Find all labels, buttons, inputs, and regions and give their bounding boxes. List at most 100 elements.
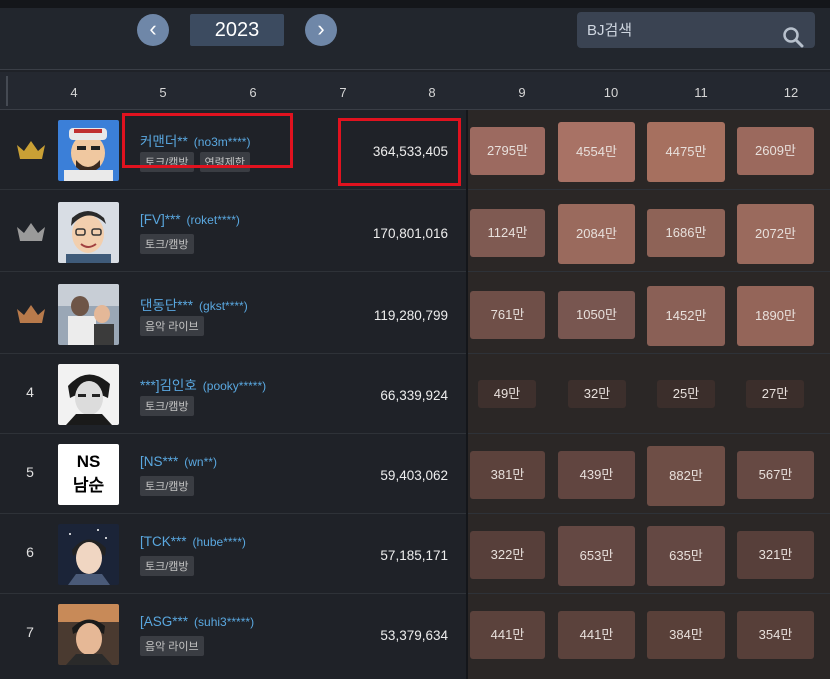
month-value: 49만 (478, 380, 536, 408)
total-value: 59,403,062 (380, 468, 448, 483)
avatar[interactable] (58, 284, 119, 345)
month-value: 354만 (737, 611, 814, 659)
month-value: 1050만 (558, 291, 635, 339)
bj-name[interactable]: [NS*** (wn**) (140, 454, 217, 469)
col-header[interactable]: 8 (417, 85, 447, 100)
nickname[interactable]: ***]김인호 (140, 378, 197, 393)
bronze-crown-icon (17, 305, 45, 323)
tags: 토크/캠방 (140, 476, 200, 496)
table-row[interactable]: 7 [ASG*** (suhi3*****) 음악 라이브 53,379,634 … (0, 594, 830, 674)
total-value: 170,801,016 (372, 226, 448, 241)
month-value: 27만 (746, 380, 804, 408)
month-value: 1890만 (737, 286, 814, 346)
avatar[interactable] (58, 524, 119, 585)
user-id: (hube****) (192, 535, 246, 549)
bj-name[interactable]: [TCK*** (hube****) (140, 534, 246, 549)
month-value: 2609만 (737, 127, 814, 175)
month-value: 4475만 (647, 122, 725, 182)
bj-name[interactable]: [FV]*** (roket****) (140, 212, 240, 227)
month-value: 25만 (657, 380, 715, 408)
month-value: 2072만 (737, 204, 814, 264)
month-value: 653만 (558, 526, 635, 586)
category-tag: 토크/캠방 (140, 476, 194, 496)
total-value: 66,339,924 (380, 388, 448, 403)
col-header[interactable]: 12 (776, 85, 806, 100)
rank-number: 4 (26, 384, 34, 400)
category-tag: 음악 라이브 (140, 316, 204, 336)
month-value: 381만 (470, 451, 545, 499)
month-value: 1124만 (470, 209, 545, 257)
bj-name[interactable]: ***]김인호 (pooky*****) (140, 374, 266, 394)
avatar[interactable] (58, 604, 119, 665)
bj-name[interactable]: [ASG*** (suhi3*****) (140, 614, 254, 629)
col-header[interactable]: 9 (507, 85, 537, 100)
month-value: 2084만 (558, 204, 635, 264)
silver-crown-icon (17, 223, 45, 241)
table-row[interactable]: [FV]*** (roket****) 토크/캠방 170,801,016 112… (0, 192, 830, 272)
highlight-box-total (338, 118, 461, 186)
month-value: 1686만 (647, 209, 725, 257)
month-value: 761만 (470, 291, 545, 339)
month-value: 882만 (647, 446, 725, 506)
user-id: (roket****) (186, 213, 240, 227)
table-row[interactable]: 댄동단*** (gkst****) 음악 라이브 119,280,799 761만… (0, 274, 830, 354)
avatar[interactable] (58, 364, 119, 425)
table-row[interactable]: 5 NS 남순 [NS*** (wn**) 토크/캠방 59,403,062 38… (0, 434, 830, 514)
total-value: 53,379,634 (380, 628, 448, 643)
tags: 토크/캠방 (140, 234, 200, 254)
avatar-text: NS (76, 452, 101, 471)
nickname[interactable]: [FV]*** (140, 212, 181, 227)
tags: 음악 라이브 (140, 636, 210, 656)
year-display: 2023 (190, 14, 284, 46)
nickname[interactable]: [ASG*** (140, 614, 188, 629)
search-icon[interactable] (782, 26, 804, 48)
user-id: (wn**) (184, 455, 217, 469)
category-tag: 토크/캠방 (140, 556, 194, 576)
nickname[interactable]: 댄동단*** (140, 298, 193, 313)
column-divider (466, 110, 468, 679)
month-value: 4554만 (558, 122, 635, 182)
nickname[interactable]: [NS*** (140, 454, 178, 469)
month-value: 322만 (470, 531, 545, 579)
tags: 음악 라이브 (140, 316, 210, 336)
user-id: (suhi3*****) (194, 615, 255, 629)
col-header[interactable]: 5 (148, 85, 178, 100)
rank-number: 6 (26, 544, 34, 560)
month-value: 321만 (737, 531, 814, 579)
category-tag: 음악 라이브 (140, 636, 204, 656)
search-box (577, 12, 815, 48)
avatar[interactable] (58, 120, 119, 181)
col-header[interactable]: 11 (686, 85, 716, 100)
month-value: 439만 (558, 451, 635, 499)
bj-name[interactable]: 댄동단*** (gkst****) (140, 294, 248, 314)
category-tag: 토크/캠방 (140, 396, 194, 416)
search-input[interactable] (587, 18, 777, 42)
month-value: 441만 (470, 611, 545, 659)
col-header[interactable]: 6 (238, 85, 268, 100)
col-header[interactable]: 4 (59, 85, 89, 100)
table-row[interactable]: 4 ***]김인호 (pooky*****) 토크/캠방 66,339,924 4… (0, 354, 830, 434)
month-value: 567만 (737, 451, 814, 499)
gold-crown-icon (17, 141, 45, 159)
user-id: (gkst****) (199, 299, 248, 313)
avatar[interactable]: NS 남순 (58, 444, 119, 505)
col-header[interactable]: 10 (596, 85, 626, 100)
table-row[interactable]: 6 [TCK*** (hube****) 토크/캠방 57,185,171 322… (0, 514, 830, 594)
avatar-text: 남순 (72, 476, 105, 495)
nickname[interactable]: [TCK*** (140, 534, 187, 549)
month-value: 384만 (647, 611, 725, 659)
table-header: 4 5 6 7 8 9 10 11 12 (0, 72, 830, 110)
month-value: 441만 (558, 611, 635, 659)
rank-number: 7 (26, 624, 34, 640)
user-id: (pooky*****) (202, 379, 267, 393)
prev-year-button[interactable]: ‹ (137, 14, 169, 46)
next-year-button[interactable]: › (305, 14, 337, 46)
total-value: 119,280,799 (373, 308, 448, 323)
col-header[interactable]: 7 (328, 85, 358, 100)
month-value: 32만 (568, 380, 626, 408)
avatar[interactable] (58, 202, 119, 263)
highlight-box-name (122, 113, 293, 168)
month-value: 1452만 (647, 286, 725, 346)
month-value: 635만 (647, 526, 725, 586)
rank-number: 5 (26, 464, 34, 480)
